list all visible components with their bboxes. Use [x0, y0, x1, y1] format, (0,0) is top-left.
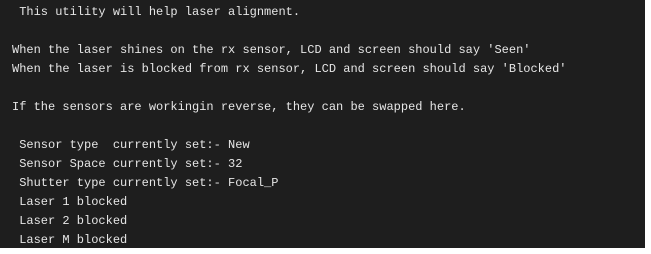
laser-m-status-line: Laser M blocked — [12, 233, 128, 247]
seen-instruction-line: When the laser shines on the rx sensor, … — [12, 43, 531, 57]
terminal-output[interactable]: This utility will help laser alignment. … — [0, 0, 645, 248]
intro-line: This utility will help laser alignment. — [12, 5, 301, 19]
laser-2-status-line: Laser 2 blocked — [12, 214, 128, 228]
sensor-type-line: Sensor type currently set:- New — [12, 138, 250, 152]
shutter-type-line: Shutter type currently set:- Focal_P — [12, 176, 279, 190]
laser-1-status-line: Laser 1 blocked — [12, 195, 128, 209]
swap-info-line: If the sensors are workingin reverse, th… — [12, 100, 466, 114]
sensor-space-line: Sensor Space currently set:- 32 — [12, 157, 243, 171]
blocked-instruction-line: When the laser is blocked from rx sensor… — [12, 62, 567, 76]
